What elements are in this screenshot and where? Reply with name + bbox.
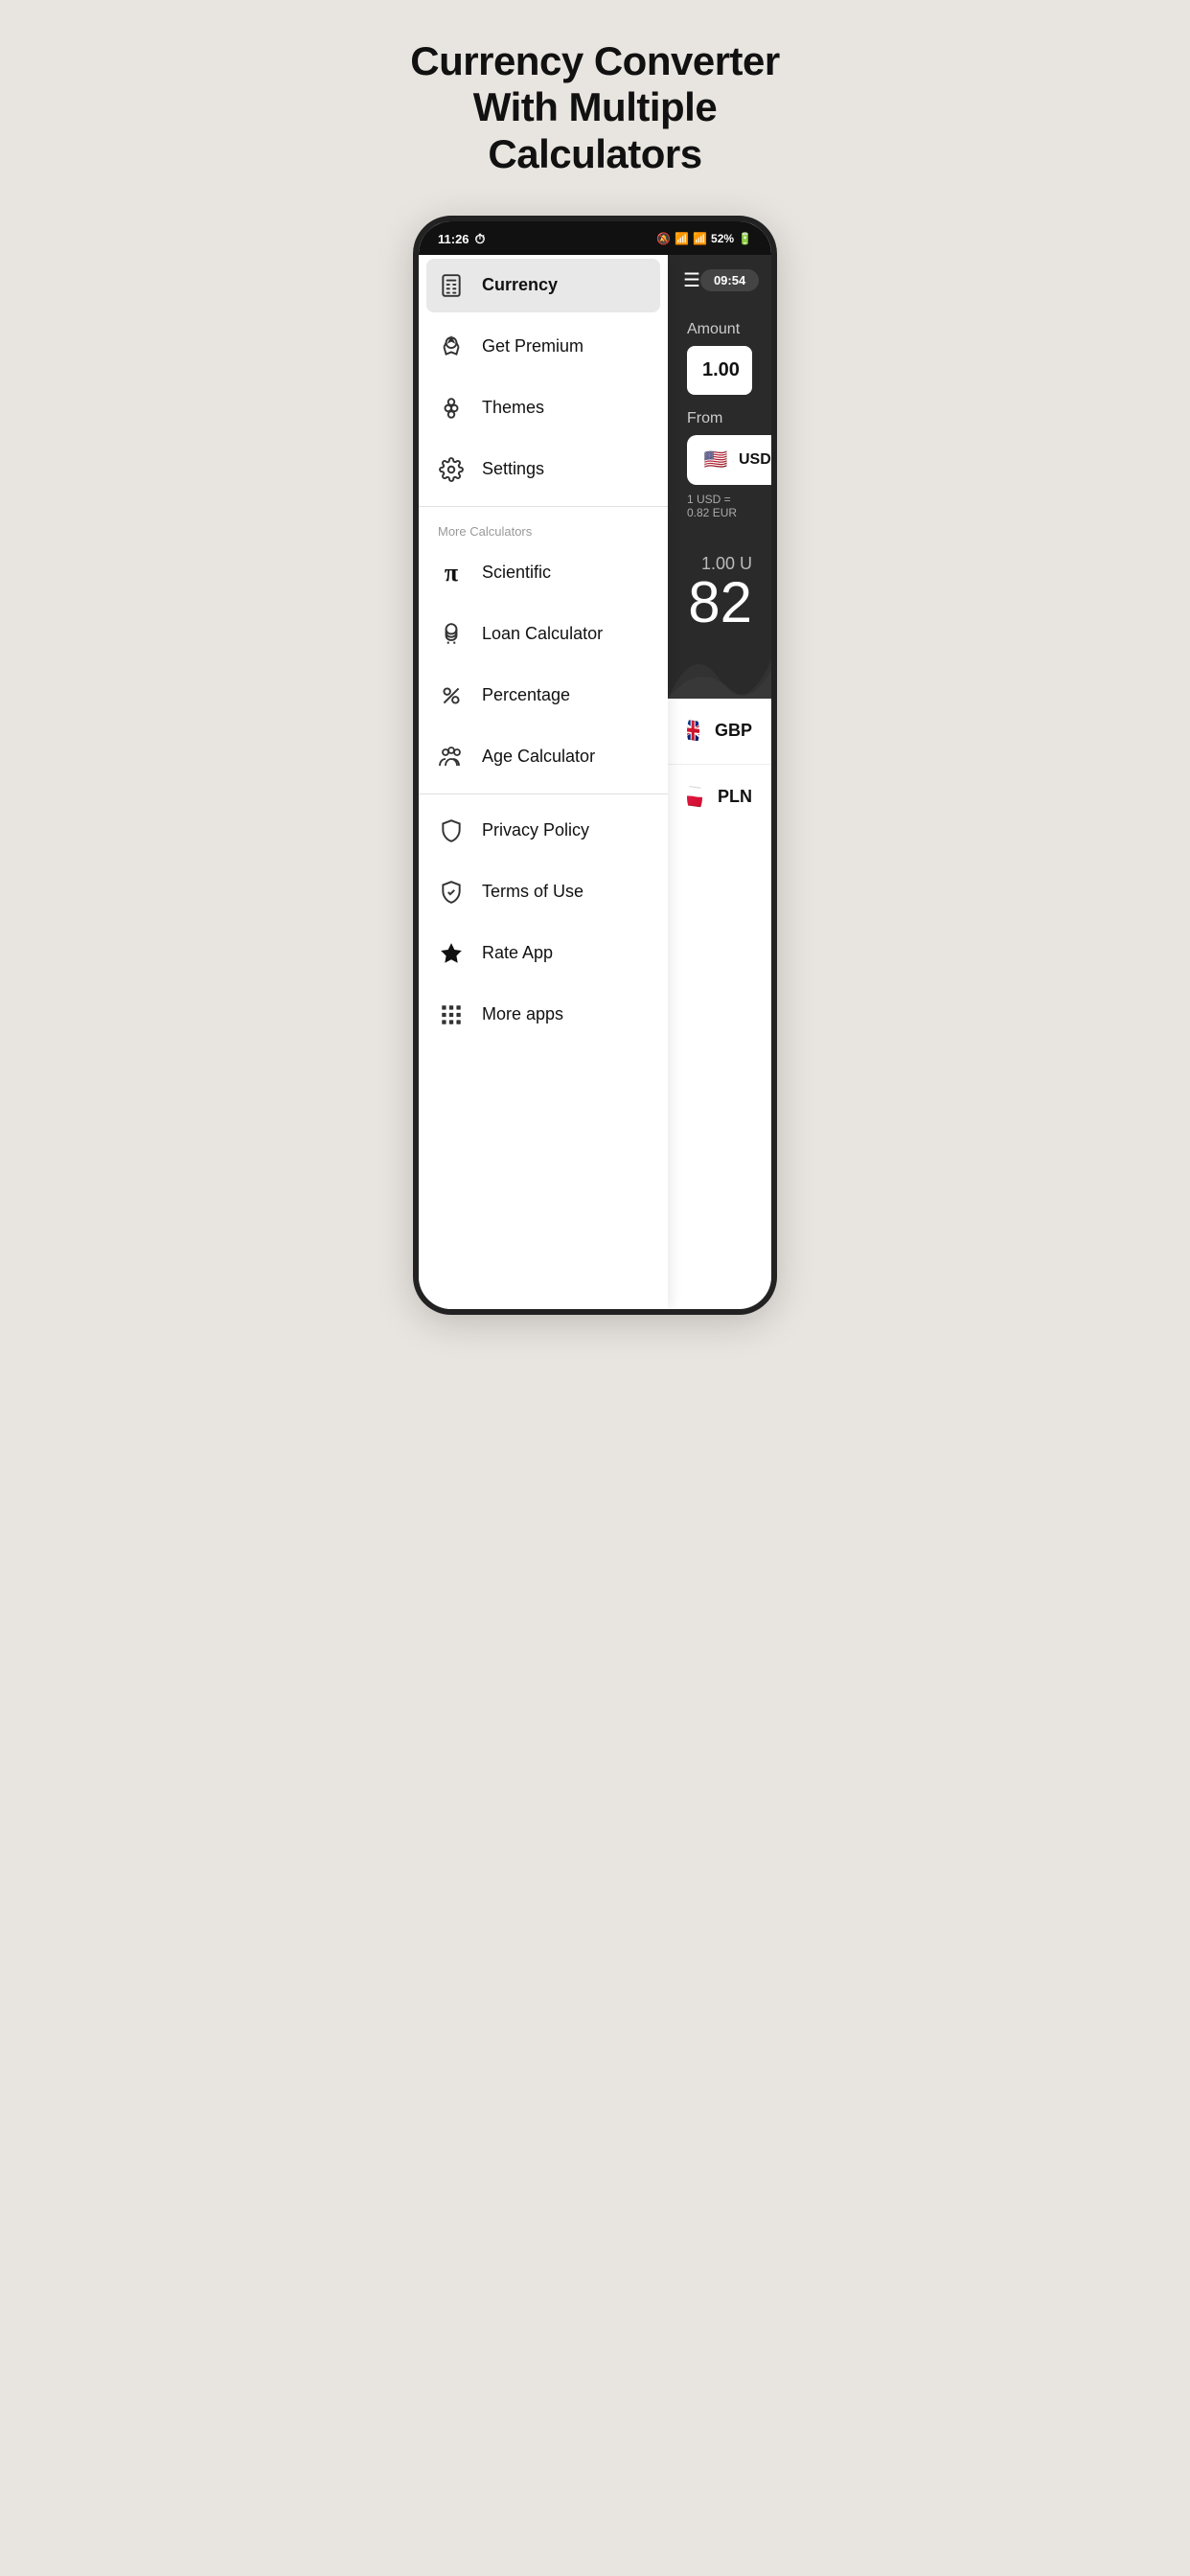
app-content: ☰ 09:54 Amount 1.00 From 🇺🇸 USD 📈 (668, 255, 771, 1309)
currency-label: Currency (482, 275, 558, 295)
pln-flag: 🇵🇱 (687, 782, 702, 813)
terms-icon (438, 879, 465, 906)
privacy-icon (438, 817, 465, 844)
drawer-item-premium[interactable]: Get Premium (419, 316, 668, 378)
loan-icon (438, 621, 465, 648)
usd-flag: 🇺🇸 (700, 445, 731, 475)
drawer-item-age[interactable]: Age Calculator (419, 726, 668, 788)
gbp-code: GBP (715, 721, 752, 741)
battery-icon: 🔋 (738, 232, 752, 245)
currency-main: Amount 1.00 From 🇺🇸 USD 📈 ⇐ 1 USD = 0.82… (668, 306, 771, 535)
rate-label: Rate App (482, 943, 553, 963)
drawer-item-terms[interactable]: Terms of Use (419, 862, 668, 923)
drawer-item-percentage[interactable]: Percentage (419, 665, 668, 726)
divider-1 (419, 506, 668, 507)
app-body: Currency Get Premium (419, 255, 771, 1309)
drawer-item-currency[interactable]: Currency (426, 259, 660, 312)
rate-icon (438, 940, 465, 967)
calculator-icon (438, 272, 465, 299)
page-wrapper: Currency ConverterWith Multiple Calculat… (397, 38, 793, 1315)
age-label: Age Calculator (482, 747, 595, 767)
percentage-icon (438, 682, 465, 709)
exchange-rate: 1 USD = 0.82 EUR (687, 493, 752, 519)
terms-label: Terms of Use (482, 882, 584, 902)
result-area: 1.00 U 0.82 (668, 535, 771, 641)
premium-label: Get Premium (482, 336, 584, 356)
more-apps-label: More apps (482, 1004, 563, 1024)
time-display: 11:26 (438, 232, 469, 246)
drawer-item-settings[interactable]: Settings (419, 439, 668, 500)
app-topbar: ☰ 09:54 (668, 255, 771, 306)
settings-label: Settings (482, 459, 544, 479)
more-apps-icon (438, 1001, 465, 1028)
wifi-icon: 📶 (675, 232, 689, 245)
mute-icon: 🔕 (656, 232, 671, 245)
drawer: Currency Get Premium (419, 255, 668, 1309)
amount-label: Amount (687, 321, 752, 338)
gbp-flag: 🇬🇧 (687, 716, 699, 747)
loan-label: Loan Calculator (482, 624, 603, 644)
from-label: From (687, 410, 752, 427)
signal-icon: 📶 (693, 232, 707, 245)
app-time: 09:54 (700, 269, 759, 291)
privacy-label: Privacy Policy (482, 820, 589, 840)
currency-selector[interactable]: 🇺🇸 USD 📈 (687, 435, 771, 485)
status-left: 11:26 ⏱ (438, 231, 485, 247)
list-item-pln[interactable]: 🇵🇱 PLN (668, 765, 771, 830)
battery-text: 52% (711, 232, 734, 245)
currency-list: 🇬🇧 GBP 🇵🇱 PLN (668, 699, 771, 1309)
scientific-icon: π (438, 560, 465, 586)
pln-code: PLN (718, 787, 752, 807)
alarm-icon: ⏱ (475, 231, 486, 247)
phone-shell: 11:26 ⏱ 🔕 📶 📶 52% 🔋 (413, 216, 777, 1315)
currency-code: USD (739, 451, 771, 469)
drawer-item-privacy[interactable]: Privacy Policy (419, 800, 668, 862)
drawer-item-rate[interactable]: Rate App (419, 923, 668, 984)
more-calculators-label: More Calculators (419, 513, 668, 542)
age-icon (438, 744, 465, 770)
scientific-label: Scientific (482, 563, 551, 583)
result-value: 0.82 (687, 574, 752, 632)
premium-icon (438, 334, 465, 360)
status-bar: 11:26 ⏱ 🔕 📶 📶 52% 🔋 (419, 221, 771, 255)
themes-icon (438, 395, 465, 422)
drawer-item-loan[interactable]: Loan Calculator (419, 604, 668, 665)
wave-decoration (668, 641, 771, 699)
status-right: 🔕 📶 📶 52% 🔋 (656, 232, 752, 245)
drawer-item-themes[interactable]: Themes (419, 378, 668, 439)
settings-icon (438, 456, 465, 483)
percentage-label: Percentage (482, 685, 570, 705)
hamburger-icon[interactable]: ☰ (683, 268, 700, 292)
drawer-item-more-apps[interactable]: More apps (419, 984, 668, 1046)
amount-input[interactable]: 1.00 (687, 346, 752, 395)
drawer-item-scientific[interactable]: π Scientific (419, 542, 668, 604)
hero-title: Currency ConverterWith Multiple Calculat… (397, 38, 793, 177)
list-item-gbp[interactable]: 🇬🇧 GBP (668, 699, 771, 765)
themes-label: Themes (482, 398, 544, 418)
result-from: 1.00 U (687, 554, 752, 574)
